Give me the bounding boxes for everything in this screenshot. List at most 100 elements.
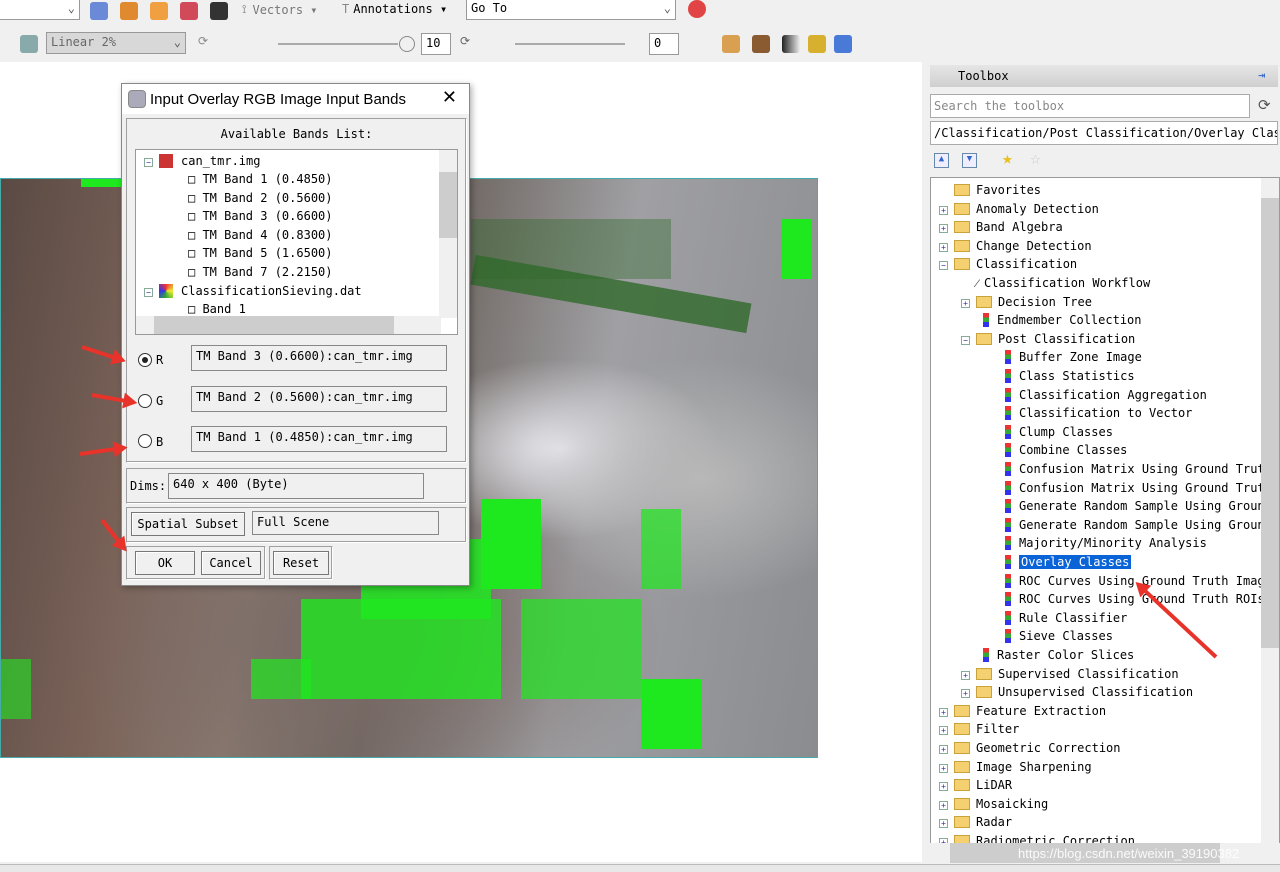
bands-list[interactable]: − can_tmr.img □ TM Band 1 (0.4850) □ TM B… bbox=[135, 149, 458, 335]
expand-icon[interactable]: + bbox=[939, 800, 948, 810]
tree-item[interactable]: + Anomaly Detection bbox=[939, 200, 1099, 218]
expand-icon[interactable]: + bbox=[961, 298, 970, 308]
tree-item[interactable]: Class Statistics bbox=[1005, 367, 1135, 385]
tree-item[interactable]: ⁄ Classification Workflow bbox=[961, 274, 1150, 292]
transparency-slider[interactable] bbox=[515, 43, 625, 45]
tree-item[interactable]: + Supervised Classification bbox=[961, 665, 1179, 683]
tree-item[interactable]: Favorites bbox=[939, 181, 1041, 199]
file-item[interactable]: − can_tmr.img bbox=[144, 152, 260, 170]
expand-icon[interactable]: + bbox=[939, 205, 948, 215]
tree-item[interactable]: − Post Classification bbox=[961, 330, 1135, 348]
band-item[interactable]: □ TM Band 7 (2.2150) bbox=[188, 263, 333, 281]
tree-item[interactable]: Combine Classes bbox=[1005, 441, 1127, 459]
radio-g[interactable] bbox=[138, 394, 152, 408]
expand-icon[interactable]: + bbox=[939, 745, 948, 754]
tree-item[interactable]: Confusion Matrix Using Ground Truth Imag… bbox=[1005, 460, 1279, 478]
spectral-profile-icon[interactable] bbox=[120, 2, 138, 20]
expand-icon[interactable]: + bbox=[939, 707, 948, 717]
tree-item[interactable]: Rule Classifier bbox=[1005, 609, 1127, 627]
horizontal-scrollbar[interactable] bbox=[136, 316, 441, 334]
stretch-combo[interactable]: Linear 2% ⌄ bbox=[46, 32, 186, 54]
ruler-icon[interactable] bbox=[722, 35, 740, 53]
band-item[interactable]: □ TM Band 1 (0.4850) bbox=[188, 170, 333, 188]
sharpen-value[interactable]: 10 bbox=[421, 33, 451, 55]
reset-button[interactable]: Reset bbox=[273, 551, 329, 575]
tree-item[interactable]: + Filter bbox=[939, 720, 1019, 738]
tree-item[interactable]: + Decision Tree bbox=[961, 293, 1092, 311]
radio-r[interactable] bbox=[138, 353, 152, 367]
expand-icon[interactable]: − bbox=[939, 261, 948, 271]
band-item[interactable]: □ TM Band 2 (0.5600) bbox=[188, 189, 333, 207]
portal-icon[interactable] bbox=[808, 35, 826, 53]
file-item[interactable]: − ClassificationSieving.dat bbox=[144, 282, 362, 300]
collapse-up-icon[interactable]: ▲ bbox=[934, 153, 949, 168]
tree-item[interactable]: + Image Sharpening bbox=[939, 758, 1092, 776]
tree-item[interactable]: Classification Aggregation bbox=[1005, 386, 1207, 404]
close-icon[interactable]: ✕ bbox=[442, 87, 457, 108]
roi-icon[interactable] bbox=[180, 2, 198, 20]
band-item[interactable]: □ TM Band 5 (1.6500) bbox=[188, 244, 333, 262]
tree-item[interactable]: + Radar bbox=[939, 813, 1012, 831]
g-band-field[interactable]: TM Band 2 (0.5600):can_tmr.img bbox=[191, 386, 447, 412]
tree-item[interactable]: Confusion Matrix Using Ground Truth ROIs bbox=[1005, 479, 1279, 497]
expand-icon[interactable]: − bbox=[961, 335, 970, 345]
tree-item[interactable]: + Feature Extraction bbox=[939, 702, 1106, 720]
add-favorite-icon[interactable]: ★ bbox=[1002, 148, 1013, 169]
tree-item[interactable]: Endmember Collection bbox=[983, 311, 1142, 329]
tree-item[interactable]: − Classification bbox=[939, 255, 1077, 273]
cancel-button[interactable]: Cancel bbox=[201, 551, 261, 575]
annotations-menu[interactable]: T Annotations ▾ bbox=[342, 2, 447, 16]
transparency-value[interactable]: 0 bbox=[649, 33, 679, 55]
layer-combo[interactable]: ⌄ bbox=[0, 0, 80, 20]
reset-stretch-icon[interactable]: ⟳ bbox=[198, 34, 208, 48]
tree-vertical-scrollbar[interactable] bbox=[1261, 178, 1279, 844]
tree-item[interactable]: + LiDAR bbox=[939, 776, 1012, 794]
band-item[interactable]: □ TM Band 4 (0.8300) bbox=[188, 226, 333, 244]
sharpen-slider[interactable] bbox=[278, 43, 398, 45]
tree-item[interactable]: Majority/Minority Analysis bbox=[1005, 534, 1207, 552]
refresh-icon[interactable] bbox=[20, 35, 38, 53]
spatial-subset-button[interactable]: Spatial Subset bbox=[131, 512, 245, 536]
goto-combo[interactable]: Go To ⌄ bbox=[466, 0, 676, 20]
expand-down-icon[interactable]: ▼ bbox=[962, 153, 977, 168]
roi-tool-icon[interactable] bbox=[90, 2, 108, 20]
settings-icon[interactable] bbox=[688, 0, 706, 18]
expand-icon[interactable]: + bbox=[939, 763, 948, 773]
r-band-field[interactable]: TM Band 3 (0.6600):can_tmr.img bbox=[191, 345, 447, 371]
tree-item[interactable]: Generate Random Sample Using Ground Trut… bbox=[1005, 497, 1279, 515]
swipe-icon[interactable] bbox=[834, 35, 852, 53]
tree-item[interactable]: + Change Detection bbox=[939, 237, 1092, 255]
tree-item[interactable]: Generate Random Sample Using Ground Trut… bbox=[1005, 516, 1279, 534]
toolbox-search-input[interactable]: Search the toolbox bbox=[930, 94, 1250, 118]
expand-icon[interactable]: + bbox=[961, 689, 970, 699]
ok-button[interactable]: OK bbox=[135, 551, 195, 575]
tree-item[interactable]: + Mosaicking bbox=[939, 795, 1048, 813]
tree-item[interactable]: Raster Color Slices bbox=[983, 646, 1134, 664]
dock-icon[interactable]: ⇥ bbox=[1258, 68, 1265, 82]
expand-icon[interactable]: + bbox=[961, 670, 970, 680]
expand-icon[interactable]: + bbox=[939, 819, 948, 829]
b-band-field[interactable]: TM Band 1 (0.4850):can_tmr.img bbox=[191, 426, 447, 452]
vectors-menu[interactable]: ⟟ Vectors ▾ bbox=[242, 2, 318, 17]
refresh-icon[interactable]: ⟳ bbox=[1258, 96, 1271, 114]
vertical-scrollbar[interactable] bbox=[439, 150, 457, 318]
tree-item[interactable]: + Band Algebra bbox=[939, 218, 1063, 236]
pencil-icon[interactable] bbox=[150, 2, 168, 20]
expand-icon[interactable]: + bbox=[939, 726, 948, 736]
tree-item[interactable]: Buffer Zone Image bbox=[1005, 348, 1142, 366]
reset-sharpen-icon[interactable]: ⟳ bbox=[460, 34, 470, 48]
tree-item[interactable]: Sieve Classes bbox=[1005, 627, 1113, 645]
expand-icon[interactable]: + bbox=[939, 242, 948, 252]
tree-item[interactable]: Overlay Classes bbox=[1005, 553, 1132, 571]
tree-item[interactable]: Classification to Vector bbox=[1005, 404, 1192, 422]
tree-item[interactable]: + Unsupervised Classification bbox=[961, 683, 1193, 701]
tree-item[interactable]: + Geometric Correction bbox=[939, 739, 1121, 757]
expand-icon[interactable]: + bbox=[939, 782, 948, 792]
toolbox-tree[interactable]: Favorites + Anomaly Detection + Band Algebra… bbox=[930, 177, 1280, 863]
pixel-value-icon[interactable] bbox=[210, 2, 228, 20]
view-icon[interactable] bbox=[782, 35, 800, 53]
tree-item[interactable]: Clump Classes bbox=[1005, 423, 1113, 441]
remove-favorite-icon[interactable]: ☆ bbox=[1030, 148, 1041, 169]
radio-b[interactable] bbox=[138, 434, 152, 448]
expand-icon[interactable]: + bbox=[939, 224, 948, 234]
